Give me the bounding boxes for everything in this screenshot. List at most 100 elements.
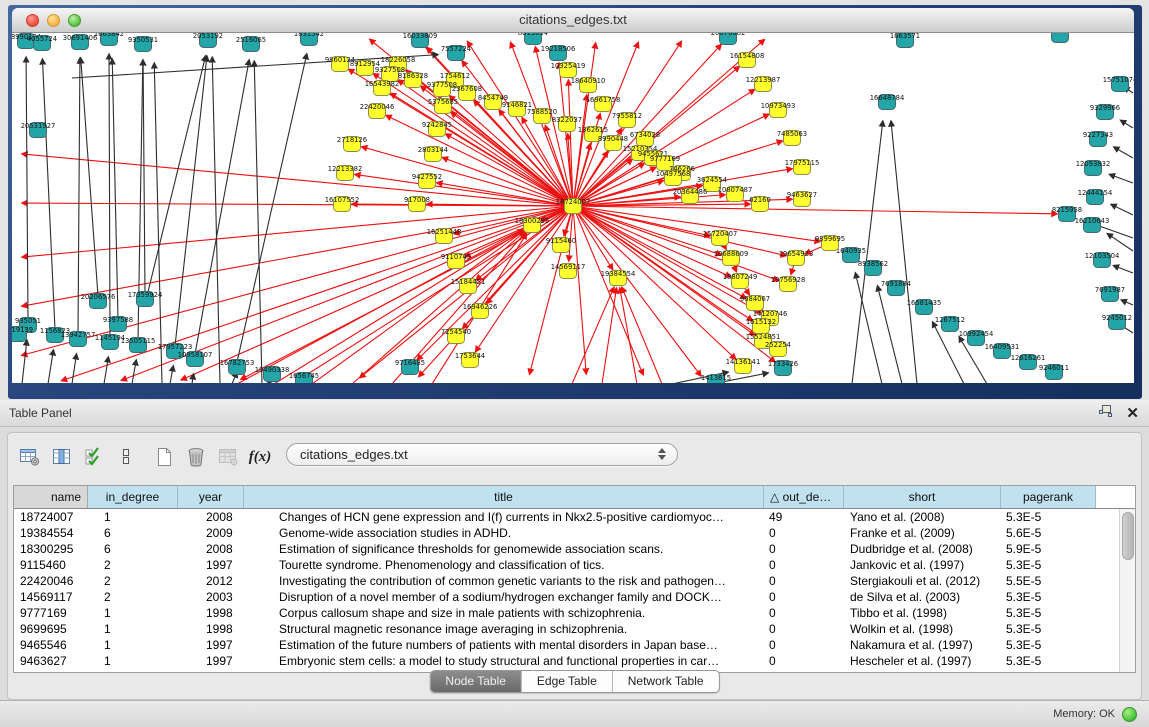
table-cell[interactable]: Estimation of the future numbers of pati… [244, 637, 764, 653]
delete-trash-icon[interactable] [184, 446, 208, 468]
table-cell[interactable]: 19384554 [14, 525, 88, 541]
table-cell[interactable]: 5.6E-5 [1001, 525, 1096, 541]
table-cell[interactable]: 5.3E-5 [1001, 557, 1096, 573]
close-panel-icon[interactable]: ✕ [1126, 406, 1139, 421]
table-cell[interactable]: 0 [764, 573, 844, 589]
table-row[interactable]: 969969511998Structural magnetic resonanc… [14, 621, 1135, 637]
column-header-pagerank[interactable]: pagerank [1001, 486, 1096, 508]
table-cell[interactable]: Investigating the contribution of common… [244, 573, 764, 589]
table-cell[interactable]: Disruption of a novel member of a sodium… [244, 589, 764, 605]
table-cell[interactable]: 2003 [178, 589, 244, 605]
table-cell[interactable]: de Silva et al. (2003) [844, 589, 1001, 605]
table-cell[interactable]: Franke et al. (2009) [844, 525, 1001, 541]
table-cell[interactable]: 1 [88, 605, 178, 621]
column-header-in_degree[interactable]: in_degree [88, 486, 178, 508]
column-edit-icon[interactable] [50, 446, 74, 468]
table-cell[interactable]: 1997 [178, 653, 244, 669]
table-cell[interactable]: Estimation of significance thresholds fo… [244, 541, 764, 557]
table-vertical-scrollbar[interactable] [1119, 509, 1135, 672]
table-cell[interactable]: Jankovic et al. (1997) [844, 557, 1001, 573]
table-cell[interactable]: 5.3E-5 [1001, 637, 1096, 653]
table-row[interactable]: 946554611997Estimation of the future num… [14, 637, 1135, 653]
table-cell[interactable]: Dudbridge et al. (2008) [844, 541, 1001, 557]
table-cell[interactable]: 18724007 [14, 509, 88, 525]
table-cell[interactable]: 5.3E-5 [1001, 621, 1096, 637]
column-header-short[interactable]: short [844, 486, 1001, 508]
table-cell[interactable]: Tibbo et al. (1998) [844, 605, 1001, 621]
table-cell[interactable]: 5.5E-5 [1001, 573, 1096, 589]
table-cell[interactable]: 1998 [178, 621, 244, 637]
table-cell[interactable]: 9777169 [14, 605, 88, 621]
select-mode-icon[interactable] [82, 446, 106, 468]
scrollbar-thumb[interactable] [1122, 512, 1134, 560]
table-cell[interactable]: 2012 [178, 573, 244, 589]
table-settings-icon[interactable] [18, 446, 42, 468]
table-cell[interactable]: 1 [88, 621, 178, 637]
table-cell[interactable]: 5.3E-5 [1001, 653, 1096, 669]
table-cell[interactable]: 0 [764, 541, 844, 557]
table-cell[interactable]: 6 [88, 525, 178, 541]
table-cell[interactable]: 9115460 [14, 557, 88, 573]
table-cell[interactable]: 2008 [178, 509, 244, 525]
table-cell[interactable]: Nakamura et al. (1997) [844, 637, 1001, 653]
table-cell[interactable]: Embryonic stem cells: a model to study s… [244, 653, 764, 669]
table-selector-combo[interactable]: citations_edges.txt [286, 443, 678, 466]
new-document-icon[interactable] [152, 446, 176, 468]
table-row[interactable]: 1872400712008Changes of HCN gene express… [14, 509, 1135, 525]
table-cell[interactable]: 0 [764, 637, 844, 653]
table-row[interactable]: 2242004622012Investigating the contribut… [14, 573, 1135, 589]
table-row[interactable]: 946362711997Embryonic stem cells: a mode… [14, 653, 1135, 669]
table-cell[interactable]: 5.3E-5 [1001, 589, 1096, 605]
table-cell[interactable]: Hescheler et al. (1997) [844, 653, 1001, 669]
table-cell[interactable]: 2 [88, 573, 178, 589]
table-cell[interactable]: 18300295 [14, 541, 88, 557]
table-row[interactable]: 1456911722003Disruption of a novel membe… [14, 589, 1135, 605]
table-cell[interactable]: Corpus callosum shape and size in male p… [244, 605, 764, 621]
table-cell[interactable]: Wolkin et al. (1998) [844, 621, 1001, 637]
tab-node-table[interactable]: Node Table [430, 671, 521, 692]
table-cell[interactable]: Yano et al. (2008) [844, 509, 1001, 525]
table-cell[interactable]: 1 [88, 653, 178, 669]
table-cell[interactable]: 1998 [178, 605, 244, 621]
column-header-title[interactable]: title [244, 486, 764, 508]
table-header-row[interactable]: namein_degreeyeartitle△ out_de…shortpage… [14, 486, 1135, 509]
table-cell[interactable]: Stergiakouli et al. (2012) [844, 573, 1001, 589]
table-cell[interactable]: 6 [88, 541, 178, 557]
table-cell[interactable]: 2008 [178, 541, 244, 557]
memory-status-indicator[interactable] [1122, 707, 1137, 722]
tab-edge-table[interactable]: Edge Table [521, 671, 612, 692]
column-header-out_de[interactable]: △ out_de… [764, 486, 844, 508]
table-cell[interactable]: 5.3E-5 [1001, 509, 1096, 525]
table-cell[interactable]: 9463627 [14, 653, 88, 669]
table-cell[interactable]: 2 [88, 557, 178, 573]
table-cell[interactable]: 2 [88, 589, 178, 605]
table-cell[interactable]: 0 [764, 621, 844, 637]
table-cell[interactable]: 9699695 [14, 621, 88, 637]
float-panel-icon[interactable] [1098, 404, 1113, 423]
network-canvas[interactable]: 8990124405572430691406166384293505312053… [12, 33, 1134, 383]
table-cell[interactable]: 0 [764, 557, 844, 573]
table-cell[interactable]: 1997 [178, 637, 244, 653]
table-cell[interactable]: Structural magnetic resonance image aver… [244, 621, 764, 637]
table-cell[interactable]: Genome-wide association studies in ADHD. [244, 525, 764, 541]
column-header-name[interactable]: name [14, 486, 88, 508]
table-cell[interactable]: Tourette syndrome. Phenomenology and cla… [244, 557, 764, 573]
table-cell[interactable]: 1 [88, 637, 178, 653]
table-cell[interactable]: 22420046 [14, 573, 88, 589]
tab-network-table[interactable]: Network Table [612, 671, 719, 692]
window-titlebar[interactable]: citations_edges.txt [12, 8, 1134, 33]
function-builder-icon[interactable]: f(x) [248, 446, 272, 468]
table-cell[interactable]: 9465546 [14, 637, 88, 653]
table-cell[interactable]: 0 [764, 653, 844, 669]
table-row[interactable]: 1830029562008Estimation of significance … [14, 541, 1135, 557]
row-height-icon[interactable] [114, 446, 138, 468]
table-row[interactable]: 1938455462009Genome-wide association stu… [14, 525, 1135, 541]
table-cell[interactable]: 5.9E-5 [1001, 541, 1096, 557]
table-cell[interactable]: 0 [764, 525, 844, 541]
table-cell[interactable]: 1997 [178, 557, 244, 573]
table-cell[interactable]: 0 [764, 605, 844, 621]
table-cell[interactable]: Changes of HCN gene expression and I(f) … [244, 509, 764, 525]
table-cell[interactable]: 2009 [178, 525, 244, 541]
table-cell[interactable]: 14569117 [14, 589, 88, 605]
table-row[interactable]: 977716911998Corpus callosum shape and si… [14, 605, 1135, 621]
